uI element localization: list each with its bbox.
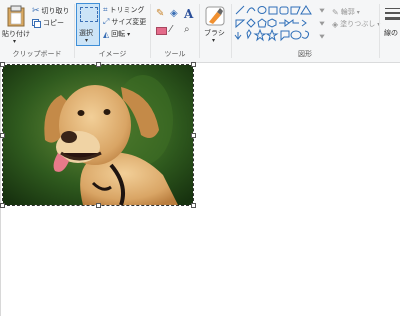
crop-icon: ⌗ xyxy=(103,5,108,14)
resize-handle[interactable] xyxy=(96,203,101,208)
fill-bucket-icon[interactable]: ◈ xyxy=(170,8,178,19)
fill-label: 塗りつぶし xyxy=(340,20,376,28)
rotate-label: 回転 xyxy=(111,30,126,38)
canvas-left-edge xyxy=(0,63,1,316)
ribbon: 貼り付け ▾ ✂ 切り取り コピー クリップボード 選択 ▾ ⌗ トリミング ⤢ xyxy=(0,0,400,63)
magnifier-icon[interactable]: ⌕ xyxy=(184,24,190,35)
resize-handle[interactable] xyxy=(0,62,5,67)
resize-handle[interactable] xyxy=(191,133,196,138)
image-group-label: イメージ xyxy=(98,50,127,58)
clipboard-icon xyxy=(7,5,25,27)
image-group: 選択 ▾ ⌗ トリミング ⤢ サイズ変更 ◭ 回転 ▾ イメージ xyxy=(75,0,150,62)
crop-label: トリミング xyxy=(109,6,145,14)
resize-label: サイズ変更 xyxy=(111,18,147,26)
rotate-button[interactable]: ◭ 回転 ▾ xyxy=(103,29,130,39)
resize-icon: ⤢ xyxy=(103,17,110,26)
chevron-down-icon: ▾ xyxy=(127,30,131,38)
resize-handle[interactable] xyxy=(191,203,196,208)
size-group: 線の xyxy=(381,0,400,62)
copy-label: コピー xyxy=(43,19,64,27)
chevron-down-icon: ▾ xyxy=(356,8,360,16)
shapes-group: ✎ 輪郭 ▾ ◈ 塗りつぶし ▾ 図形 xyxy=(232,0,380,62)
rotate-icon: ◭ xyxy=(103,29,110,39)
chevron-down-icon: ▾ xyxy=(85,37,89,44)
chevron-down-icon: ▾ xyxy=(13,38,17,45)
fill-icon: ◈ xyxy=(332,19,339,29)
crop-button[interactable]: ⌗ トリミング xyxy=(103,5,145,15)
brush-icon xyxy=(205,6,225,26)
select-rect-icon xyxy=(80,7,98,22)
resize-handle[interactable] xyxy=(191,62,196,67)
chevron-down-icon: ▾ xyxy=(212,37,216,44)
resize-button[interactable]: ⤢ サイズ変更 xyxy=(103,17,146,27)
brushes-button[interactable]: ブラシ ▾ xyxy=(202,4,228,46)
text-icon[interactable]: A xyxy=(184,7,193,21)
outline-icon: ✎ xyxy=(332,7,339,17)
scissors-icon: ✂ xyxy=(32,6,40,16)
cut-label: 切り取り xyxy=(41,7,70,15)
copy-icon xyxy=(32,18,41,28)
shapes-gallery[interactable] xyxy=(234,4,328,42)
clipboard-group-label: クリップボード xyxy=(12,50,62,58)
cut-button[interactable]: ✂ 切り取り xyxy=(32,6,70,16)
shapes-group-label: 図形 xyxy=(298,50,312,58)
resize-handle[interactable] xyxy=(0,203,5,208)
divider xyxy=(379,4,380,58)
select-button[interactable]: 選択 ▾ xyxy=(76,3,100,46)
fill-button[interactable]: ◈ 塗りつぶし ▾ xyxy=(332,19,380,29)
size-label: 線の xyxy=(384,29,398,37)
pencil-icon[interactable]: ✎ xyxy=(156,8,164,19)
clipboard-group: 貼り付け ▾ ✂ 切り取り コピー クリップボード xyxy=(0,0,74,62)
tools-group: ✎ ◈ A ⁄ ⌕ ツール xyxy=(151,0,199,62)
copy-button[interactable]: コピー xyxy=(32,18,64,28)
eraser-icon[interactable] xyxy=(156,27,167,35)
line-width-icon xyxy=(385,8,400,20)
color-picker-icon[interactable]: ⁄ xyxy=(170,24,172,35)
outline-button[interactable]: ✎ 輪郭 ▾ xyxy=(332,7,360,17)
dog-photo xyxy=(3,65,193,205)
resize-handle[interactable] xyxy=(0,133,5,138)
tools-group-label: ツール xyxy=(164,50,186,58)
outline-label: 輪郭 xyxy=(340,8,355,16)
brushes-group: ブラシ ▾ xyxy=(200,0,230,62)
size-button[interactable]: 線の xyxy=(384,6,400,46)
canvas-image[interactable] xyxy=(2,64,194,206)
paste-button[interactable]: 貼り付け ▾ xyxy=(2,4,30,46)
resize-handle[interactable] xyxy=(96,62,101,67)
